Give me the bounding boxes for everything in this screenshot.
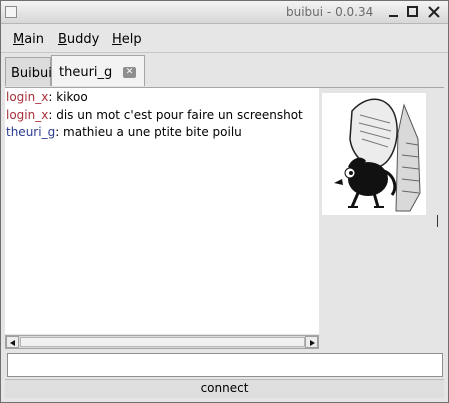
menu-help-label: elp	[121, 32, 142, 47]
chat-message: theuri_g: mathieu a une ptite bite poilu	[6, 124, 242, 140]
tab-buibui-label: Buibui	[11, 66, 52, 81]
scrollbar-thumb[interactable]	[20, 337, 305, 347]
menu-main-mnemonic: M	[13, 32, 25, 47]
chat-message: login_x: dis un mot c'est pour faire un …	[6, 107, 303, 123]
main-window: buibui - 0.0.34 Main Buddy Help Buibui t…	[0, 0, 449, 403]
maximize-icon[interactable]	[407, 6, 418, 17]
buddy-avatar	[322, 93, 426, 215]
menu-buddy-label: uddy	[66, 32, 100, 47]
message-sender: theuri_g	[6, 125, 56, 139]
status-bar: connect	[5, 379, 444, 398]
tab-theuri-g-label: theuri_g	[59, 65, 113, 80]
message-sender: login_x	[6, 90, 49, 104]
tab-theuri-g[interactable]: theuri_g ✕	[51, 55, 145, 86]
menu-buddy-mnemonic: B	[58, 32, 67, 47]
menu-bar: Main Buddy Help	[1, 24, 448, 53]
chat-message: login_x: kikoo	[6, 89, 88, 105]
message-text: kikoo	[52, 90, 88, 104]
divider	[437, 215, 438, 227]
message-input[interactable]	[7, 353, 443, 377]
chevron-right-icon[interactable]	[305, 336, 318, 348]
menu-help[interactable]: Help	[112, 32, 142, 47]
conversation-tabs: Buibui theuri_g ✕	[5, 53, 444, 87]
window-title: buibui - 0.0.34	[286, 5, 374, 19]
close-icon[interactable]	[428, 6, 440, 18]
message-text: mathieu a une ptite bite poilu	[59, 125, 242, 139]
status-text: connect	[200, 381, 249, 395]
chat-log[interactable]: login_x: kikoo login_x: dis un mot c'est…	[5, 88, 319, 334]
menu-help-mnemonic: H	[112, 32, 122, 47]
menu-buddy[interactable]: Buddy	[58, 32, 99, 47]
chat-horizontal-scrollbar[interactable]	[5, 335, 319, 349]
buddy-avatar-image	[322, 93, 426, 215]
title-bar[interactable]: buibui - 0.0.34	[1, 1, 448, 24]
minimize-icon[interactable]	[388, 6, 399, 17]
menu-main-label: ain	[24, 32, 45, 47]
menu-main[interactable]: Main	[13, 32, 44, 47]
message-text: dis un mot c'est pour faire un screensho…	[52, 108, 303, 122]
chevron-left-icon[interactable]	[6, 336, 19, 348]
close-icon[interactable]: ✕	[123, 67, 136, 78]
app-menu-icon[interactable]	[5, 6, 17, 18]
tab-buibui[interactable]: Buibui	[5, 57, 52, 86]
message-sender: login_x	[6, 108, 49, 122]
